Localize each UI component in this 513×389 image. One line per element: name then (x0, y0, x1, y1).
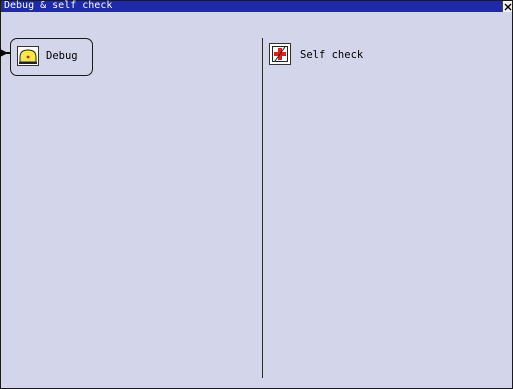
self-check-button[interactable]: Self check (268, 41, 388, 79)
pane-divider (262, 38, 263, 378)
title-bar: Debug & self check (1, 0, 512, 12)
self-check-label: Self check (300, 49, 364, 61)
pointer-arrow-icon (0, 49, 10, 57)
debug-self-check-window: Debug & self check Debug Self check (0, 0, 513, 389)
debug-button[interactable]: Debug (10, 38, 93, 76)
debug-icon (17, 46, 39, 66)
self-check-icon (269, 43, 291, 65)
window-title: Debug & self check (4, 0, 113, 11)
close-icon (504, 3, 512, 11)
debug-label: Debug (46, 50, 78, 62)
close-button[interactable] (502, 1, 512, 12)
